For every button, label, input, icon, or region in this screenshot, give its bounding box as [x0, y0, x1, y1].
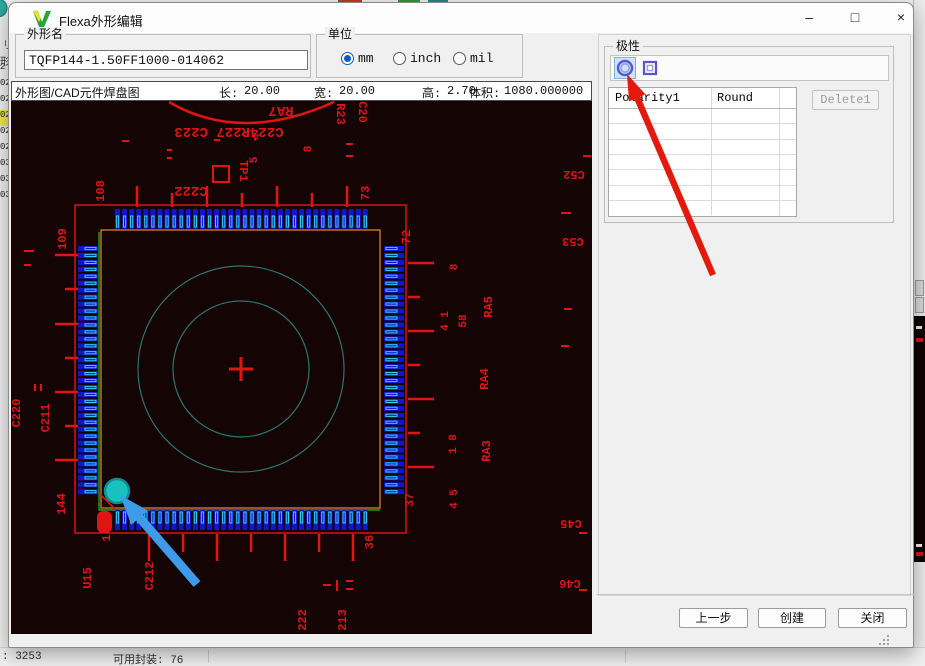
silk-label: 109	[56, 228, 70, 250]
silk-label: C224R227 C223	[174, 123, 283, 139]
unit-radio-mil[interactable]: mil	[453, 51, 493, 66]
silk-label: 73	[359, 186, 373, 200]
unit-radio-inch[interactable]: inch	[393, 51, 441, 66]
silk-label: 4 1	[440, 311, 452, 331]
silk-label: 1 8	[448, 434, 460, 454]
silk-label: C211	[39, 404, 53, 433]
unit-radio-mm-label: mm	[358, 51, 374, 66]
silk-label: 1	[100, 534, 114, 541]
polarity-toolbar	[610, 55, 889, 81]
width-value: 20.00	[339, 84, 376, 98]
close-dialog-button[interactable]: 关闭	[838, 608, 907, 628]
polarity-table[interactable]: Polarity1 Round	[608, 87, 797, 217]
minimize-button[interactable]: –	[788, 3, 830, 32]
footprint-canvas[interactable]: C224R227 C223 RA7 R23 C20 4 5 8 C222 TP1 108 109 73…	[10, 100, 592, 634]
title-bar[interactable]: Flexa外形编辑 – □ ×	[9, 3, 913, 33]
silk-label: 222	[296, 609, 310, 631]
close-button[interactable]: ×	[880, 3, 922, 32]
unit-radio-mil-label: mil	[470, 51, 494, 66]
silk-label: 36	[363, 535, 377, 549]
pin1-polarity-dot	[103, 477, 131, 505]
volume-value: 1080.000000	[504, 84, 584, 98]
silk-label: RA5	[482, 296, 496, 318]
silk-label: 8	[303, 145, 315, 152]
footer-separator	[596, 594, 914, 595]
unit-group-label: 单位	[325, 27, 356, 41]
silk-label: C45	[560, 516, 582, 530]
silk-label: C53	[562, 234, 584, 248]
shape-name-input[interactable]	[24, 50, 308, 70]
circle-polarity-button[interactable]	[614, 57, 636, 79]
silk-label: C52	[563, 167, 585, 181]
silk-label: RA7	[268, 102, 293, 118]
silk-label: 4	[252, 129, 259, 141]
silk-label: C20	[355, 101, 369, 123]
silk-label: U15	[81, 567, 95, 589]
length-value: 20.00	[244, 84, 281, 98]
silk-label: 4 5	[449, 489, 461, 509]
previous-step-button[interactable]: 上一步	[679, 608, 748, 628]
silk-label: C212	[143, 562, 157, 591]
parent-list-fragment: 20202020202030303	[0, 62, 8, 206]
silk-label: C220	[11, 399, 24, 428]
circle-icon	[616, 59, 634, 77]
silk-label: TP1	[236, 160, 250, 182]
unit-radio-inch-label: inch	[410, 51, 442, 66]
polarity-group: 极性 Polarity1 Round Delete1	[604, 39, 894, 223]
silk-label: RA4	[478, 368, 492, 390]
column-header-round[interactable]: Round	[711, 88, 779, 108]
square-polarity-button[interactable]	[639, 57, 661, 79]
window-title: Flexa外形编辑	[59, 14, 143, 29]
silk-label: R23	[333, 103, 347, 125]
polarity-group-label: 极性	[613, 39, 644, 53]
create-button[interactable]: 创建	[758, 608, 826, 628]
unit-group: 单位 mm inch mil	[316, 27, 523, 78]
status-count: : 3253	[2, 651, 42, 663]
delete1-button[interactable]: Delete1	[812, 90, 879, 110]
maximize-button[interactable]: □	[834, 3, 876, 32]
silk-label: 213	[336, 609, 350, 631]
app-logo-icon	[33, 10, 51, 27]
width-label: 宽:	[314, 87, 334, 101]
shape-name-group-label: 外形名	[24, 27, 67, 41]
radio-icon	[393, 52, 406, 65]
flexa-shape-edit-dialog: Flexa外形编辑 – □ × 外形名 单位 mm inch mil	[8, 2, 914, 648]
column-header-polarity1[interactable]: Polarity1	[609, 88, 711, 108]
silk-label: 8	[449, 263, 461, 270]
screen: 刂 形 20202020202030303 : 3253 可用封装: 76	[0, 0, 925, 666]
parent-right-edge	[913, 0, 925, 666]
radio-icon	[341, 52, 354, 65]
parent-text-fragment: 刂	[0, 40, 8, 51]
silk-label: C222	[174, 182, 208, 198]
length-label: 长:	[219, 87, 239, 101]
dimensions-info-bar: 外形图/CAD元件焊盘图 长: 20.00 宽: 20.00 高: 2.70 体…	[11, 81, 592, 101]
silk-label: RA3	[480, 440, 494, 462]
height-label: 高:	[422, 87, 442, 101]
pin1-pad-marker	[97, 511, 112, 533]
radio-icon	[453, 52, 466, 65]
silk-label: 144	[55, 493, 69, 515]
silk-label: 72	[400, 230, 414, 244]
silk-label: 108	[94, 180, 108, 202]
resize-grip[interactable]	[879, 635, 891, 645]
square-icon	[642, 60, 658, 76]
silk-label: 37	[403, 493, 417, 507]
volume-label: 体积:	[469, 87, 501, 101]
unit-radio-mm[interactable]: mm	[341, 51, 374, 66]
shape-name-group: 外形名	[15, 27, 311, 78]
status-available-packages: 可用封装: 76	[113, 655, 184, 666]
silk-label: C46	[559, 576, 581, 590]
silk-label: 58	[458, 314, 470, 328]
view-tab-label: 外形图/CAD元件焊盘图	[15, 86, 140, 100]
parent-status-bar: : 3253 可用封装: 76	[0, 647, 925, 666]
